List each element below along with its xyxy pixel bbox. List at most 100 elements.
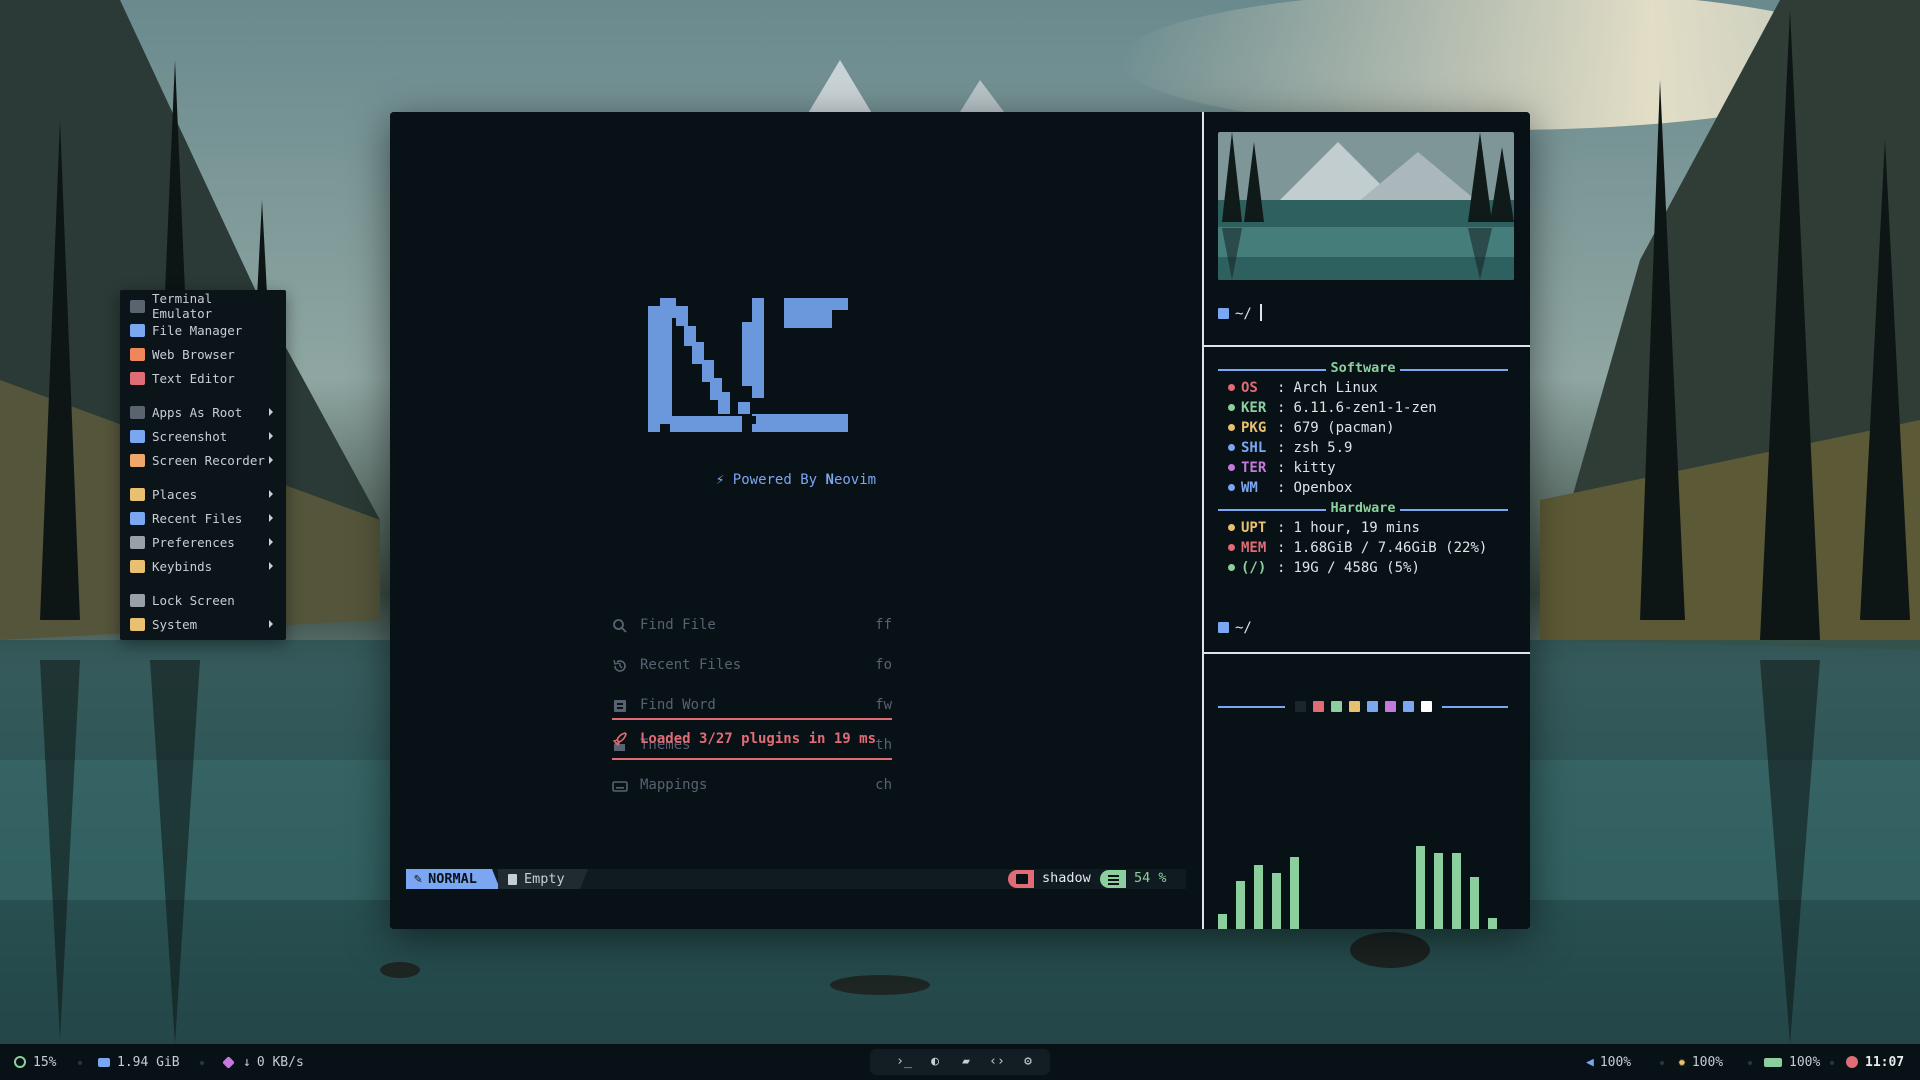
fetch-value: 1 hour, 19 mins	[1293, 520, 1420, 536]
dashboard-button-shortcut: fw	[875, 697, 892, 713]
dashboard-recent-files-button[interactable]: Recent Files fo	[612, 656, 892, 678]
visualizer-bar	[1290, 857, 1299, 929]
file-indicator: Empty	[498, 869, 580, 889]
terminal-icon	[1218, 622, 1229, 633]
rocket-icon	[612, 732, 627, 747]
menu-item-recent-files[interactable]: Recent Files	[120, 506, 286, 530]
submenu-arrow-icon	[269, 490, 273, 498]
fetch-key: SHL	[1241, 440, 1267, 456]
fetch-key: KER	[1241, 400, 1267, 416]
submenu-arrow-icon	[269, 408, 273, 416]
fetch-key: WM	[1241, 480, 1258, 496]
menu-item-label: Screen Recorder	[152, 452, 265, 468]
menu-item-web-browser[interactable]: Web Browser	[120, 342, 286, 366]
cpu-widget[interactable]: 15%	[14, 1054, 56, 1070]
fetch-value: 1.68GiB / 7.46GiB (22%)	[1293, 540, 1488, 556]
nvchad-logo	[648, 298, 848, 432]
search-icon	[613, 619, 627, 633]
submenu-arrow-icon	[269, 562, 273, 570]
bullet-icon	[1228, 564, 1235, 571]
screenshot-icon	[130, 429, 145, 443]
bullet-icon	[1228, 404, 1235, 411]
fetch-row-pkg: PKG:679 (pacman)	[1228, 420, 1395, 438]
bullet-icon	[1228, 464, 1235, 471]
fetch-key: MEM	[1241, 540, 1267, 556]
color-palette	[1218, 700, 1508, 714]
ram-widget[interactable]: 1.94 GiB	[98, 1054, 180, 1070]
fetch-value: 19G / 458G (5%)	[1293, 560, 1420, 576]
dashboard-mappings-button[interactable]: Mappings ch	[612, 776, 892, 798]
terminal-icon	[1218, 308, 1229, 319]
menu-item-text-editor[interactable]: Text Editor	[120, 366, 286, 390]
volume-widget[interactable]: ◀ 100%	[1586, 1054, 1631, 1070]
cursor	[1259, 304, 1262, 321]
find-word-icon	[614, 700, 626, 712]
brightness-widget[interactable]: ✹ 100%	[1678, 1054, 1723, 1070]
visualizer-bar	[1488, 918, 1497, 929]
dock-gear-icon[interactable]: ⚙	[1018, 1053, 1038, 1071]
fetch-row-shl: SHL: zsh 5.9	[1228, 440, 1352, 458]
bolt-icon: ⚡	[715, 472, 725, 488]
menu-item-apps-as-root[interactable]: Apps As Root	[120, 400, 286, 424]
dashboard-button-label: Mappings	[640, 777, 708, 793]
fetch-value: Openbox	[1293, 480, 1353, 496]
file-icon	[508, 873, 517, 885]
bullet-icon	[1228, 384, 1235, 391]
menu-item-file-manager[interactable]: File Manager	[120, 318, 286, 342]
battery-widget[interactable]: 100%	[1764, 1054, 1820, 1070]
dock-browser-icon[interactable]: ◐	[925, 1053, 945, 1071]
dashboard-button-shortcut: ch	[875, 777, 892, 793]
menu-item-keybinds[interactable]: Keybinds	[120, 554, 286, 578]
plugins-loaded-banner: Loaded 3/27 plugins in 19 ms	[612, 718, 892, 760]
dashboard-find-word-button[interactable]: Find Word fw	[612, 696, 892, 718]
fetch-row-wm: WM: Openbox	[1228, 480, 1352, 498]
menu-item-label: Keybinds	[152, 558, 213, 574]
cwd-name: shadow	[1042, 870, 1091, 886]
folder-icon	[130, 323, 145, 337]
clock-widget[interactable]: 11:07	[1846, 1054, 1904, 1070]
text-editor-icon	[130, 371, 145, 385]
main-window: ⚡ Powered By Neovim Find File ff Recent Fi…	[390, 112, 1530, 929]
menu-item-screen-recorder[interactable]: Screen Recorder	[120, 448, 286, 472]
menu-item-screenshot[interactable]: Screenshot	[120, 424, 286, 448]
submenu-arrow-icon	[269, 432, 273, 440]
nvim-pane[interactable]: ⚡ Powered By Neovim Find File ff Recent Fi…	[390, 112, 1202, 929]
right-column: ~/ Software OS: Arch Linux KER:6.11.6-zen1…	[1204, 112, 1530, 929]
dashboard-find-file-button[interactable]: Find File ff	[612, 616, 892, 638]
visualizer-bar	[1254, 865, 1263, 929]
menu-item-preferences[interactable]: Preferences	[120, 530, 286, 554]
terminal-prompt-top[interactable]: ~/	[1218, 304, 1262, 322]
bullet-icon	[1228, 444, 1235, 451]
submenu-arrow-icon	[269, 620, 273, 628]
menu-item-lock-screen[interactable]: Lock Screen	[120, 588, 286, 612]
menu-item-terminal-emulator[interactable]: Terminal Emulator	[120, 291, 286, 321]
fetch-key: (/)	[1241, 560, 1267, 576]
network-widget[interactable]: ↓ 0 KB/s	[222, 1054, 304, 1070]
menu-item-label: Places	[152, 486, 198, 502]
neovim-n-icon: N	[825, 472, 834, 488]
fetch-key: TER	[1241, 460, 1267, 476]
cpu-icon	[14, 1056, 26, 1068]
horizontal-split-2	[1204, 652, 1530, 654]
fetch-row-ker: KER:6.11.6-zen1-1-zen	[1228, 400, 1437, 418]
dock-terminal-icon[interactable]: ›_	[894, 1053, 914, 1071]
dock-code-icon[interactable]: ‹›	[987, 1053, 1007, 1071]
plugins-loaded-text: Loaded 3/27 plugins in 19 ms	[640, 731, 877, 747]
visualizer-bar	[1452, 853, 1461, 929]
gear-icon	[130, 535, 145, 549]
color-swatch	[1420, 701, 1432, 712]
wallpaper-preview	[1218, 132, 1514, 280]
menu-item-label: Apps As Root	[152, 404, 243, 420]
keybinds-icon	[130, 559, 145, 573]
terminal-prompt-fetch[interactable]: ~/	[1218, 620, 1252, 636]
bottom-panel: 15% 1.94 GiB ↓ 0 KB/s ›_ ◐ ▰ ‹› ⚙ ◀ 100% ✹ 1…	[0, 1044, 1920, 1080]
menu-item-places[interactable]: Places	[120, 482, 286, 506]
dock-folder-icon[interactable]: ▰	[956, 1053, 976, 1071]
dock: ›_ ◐ ▰ ‹› ⚙	[870, 1049, 1050, 1075]
menu-item-system[interactable]: System	[120, 612, 286, 636]
bullet-icon	[1228, 424, 1235, 431]
history-icon	[613, 659, 626, 672]
folder-icon	[1008, 870, 1034, 888]
menu-item-label: Recent Files	[152, 510, 243, 526]
places-icon	[130, 487, 145, 501]
